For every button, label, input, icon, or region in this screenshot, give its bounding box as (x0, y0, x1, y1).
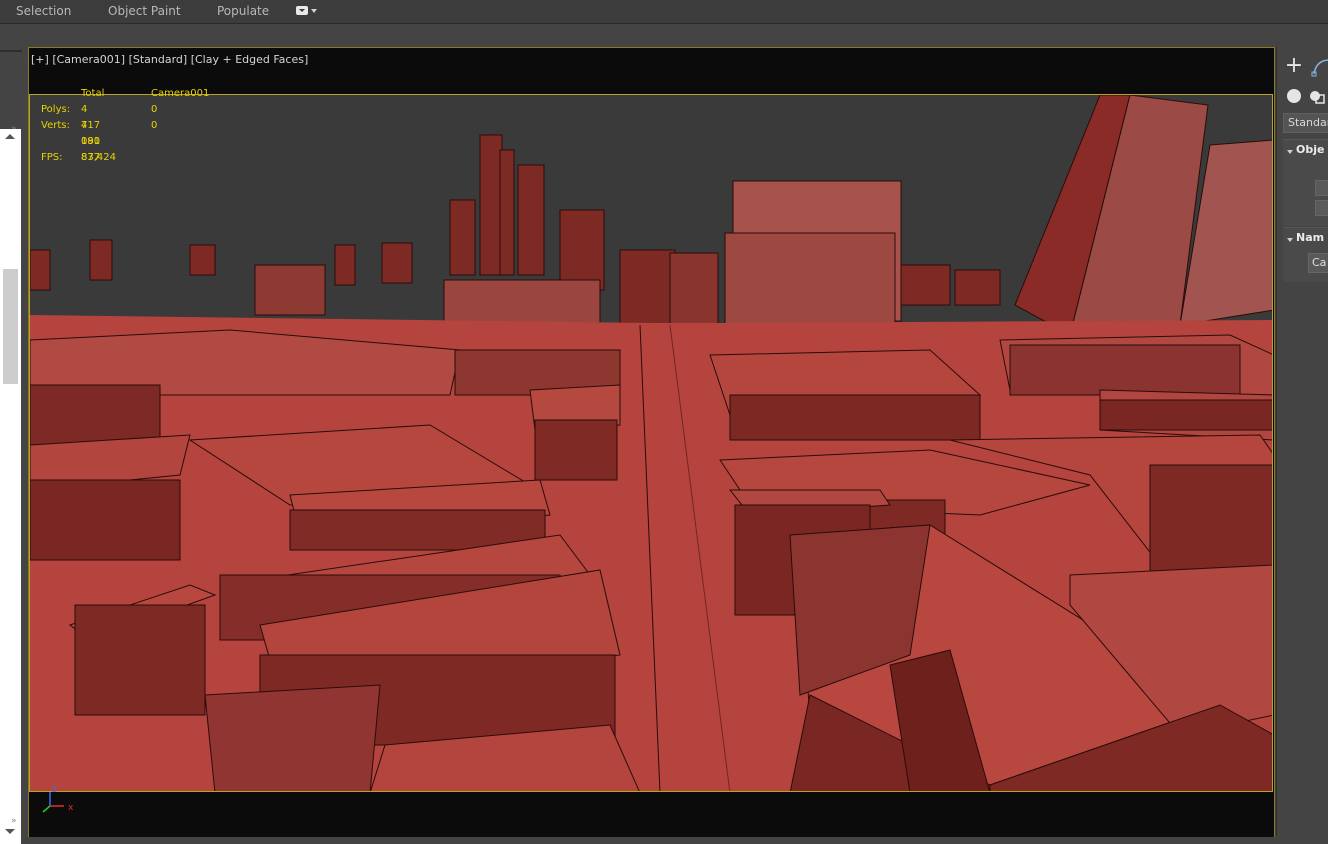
viewport-plus-menu[interactable]: [+] (31, 53, 49, 66)
stats-verts-label: Verts: (41, 120, 70, 131)
collapse-chevron-icon[interactable]: » (11, 816, 17, 826)
scene-explorer-list[interactable] (0, 129, 21, 844)
object-name-field[interactable]: Ca (1308, 253, 1328, 273)
tab-selection[interactable]: Selection (16, 4, 71, 18)
stats-polys-label: Polys: (41, 104, 71, 115)
object-type-button-1[interactable] (1315, 180, 1328, 196)
panel-divider (0, 50, 22, 52)
axis-x-label: x (68, 803, 74, 813)
command-panel: + Standard Obje Nam Ca (1276, 47, 1328, 836)
city-scene-graphic (30, 95, 1272, 791)
object-type-button-2[interactable] (1315, 200, 1328, 216)
scroll-down-icon[interactable] (5, 829, 15, 834)
stats-fps-value: 83,424 (81, 152, 116, 163)
viewport-shading-menu[interactable]: [Standard] (129, 53, 188, 66)
curve-icon[interactable] (1311, 57, 1328, 79)
viewport-point-of-view-menu[interactable]: [Camera001] (52, 53, 125, 66)
stats-verts-camera: 0 (151, 120, 158, 131)
plus-icon[interactable]: + (1283, 55, 1305, 79)
stats-fps-label: FPS: (41, 152, 63, 163)
city-scene-render[interactable] (29, 94, 1273, 792)
rollout-name-header[interactable]: Nam (1287, 231, 1324, 244)
stats-camera-header: Camera001 (151, 88, 210, 99)
ribbon-tab-bar: Selection Object Paint Populate (0, 0, 1328, 24)
tab-object-paint[interactable]: Object Paint (108, 4, 181, 18)
ribbon-options-icon[interactable] (296, 5, 318, 17)
stats-total-header: Total (81, 88, 105, 99)
object-category-dropdown[interactable]: Standard (1283, 113, 1328, 133)
scrollbar-thumb[interactable] (3, 269, 18, 384)
scroll-up-icon[interactable] (5, 134, 15, 139)
stats-polys-camera: 0 (151, 104, 158, 115)
rollout-object-type-header[interactable]: Obje (1287, 143, 1324, 156)
viewport-display-menu[interactable]: [Clay + Edged Faces] (191, 53, 309, 66)
ribbon-panel-area (0, 24, 1328, 44)
rollout-object-type: Obje (1283, 139, 1328, 226)
shapes-icon[interactable] (1309, 89, 1325, 105)
scene-explorer-panel: » » (0, 44, 24, 844)
axis-z-label: z (52, 785, 57, 795)
geometry-circle-icon[interactable] (1287, 89, 1301, 103)
command-panel-tabs: + (1283, 55, 1328, 79)
tab-populate[interactable]: Populate (217, 4, 269, 18)
viewport-label-menu: [+] [Camera001] [Standard] [Clay + Edged… (31, 53, 308, 66)
axis-tripod-icon: z x (36, 784, 80, 814)
